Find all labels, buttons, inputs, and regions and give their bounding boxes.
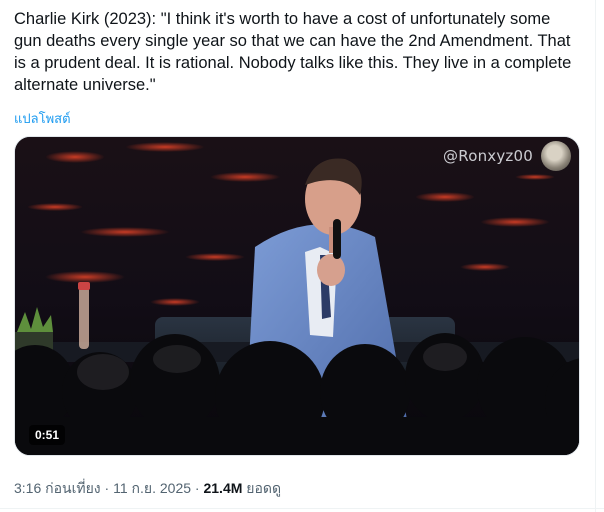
- column-border: [595, 0, 596, 512]
- post-time: 3:16 ก่อนเที่ยง: [14, 480, 101, 496]
- post-metadata: 3:16 ก่อนเที่ยง · 11 ก.ย. 2025 · 21.4M ย…: [14, 478, 281, 500]
- watermark-avatar: [541, 141, 571, 171]
- meta-separator: ·: [104, 480, 110, 496]
- post-divider: [0, 508, 604, 509]
- meta-separator: ·: [194, 480, 200, 496]
- video-watermark: @Ronxyz00: [443, 147, 533, 165]
- video-frame: [15, 137, 579, 455]
- video-duration-badge: 0:51: [29, 425, 66, 445]
- post-time-link[interactable]: 3:16 ก่อนเที่ยง: [14, 480, 101, 496]
- post-date-link[interactable]: 11 ก.ย. 2025: [113, 480, 191, 496]
- video-player[interactable]: @Ronxyz00 0:51: [14, 136, 580, 456]
- post-text: Charlie Kirk (2023): "I think it's worth…: [14, 10, 572, 94]
- translate-post-link[interactable]: แปลโพสต์: [14, 108, 71, 129]
- views-label: ยอดดู: [246, 480, 282, 496]
- post-date: 11 ก.ย. 2025: [113, 480, 192, 496]
- views-count: 21.4M: [203, 480, 243, 496]
